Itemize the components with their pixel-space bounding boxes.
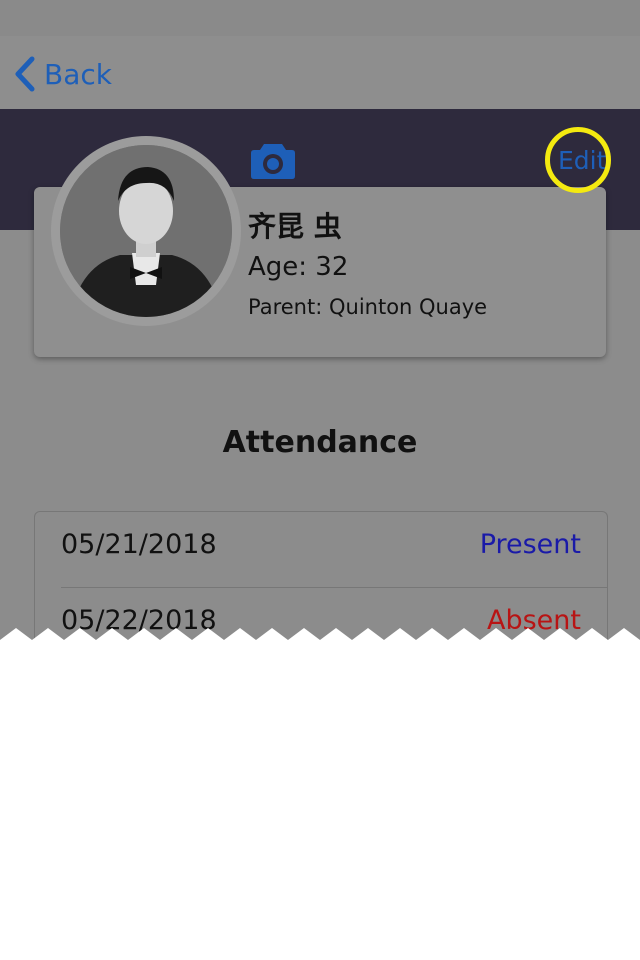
highlight-ring <box>545 127 611 193</box>
chevron-left-icon <box>15 56 35 92</box>
parent-name: Parent: Quinton Quaye <box>248 295 488 319</box>
profile-photo <box>60 145 232 317</box>
back-button[interactable]: Back <box>12 54 112 94</box>
profile-screen: Back Edit 齐昆 虫 Age: 32 Parent: Quinton Q… <box>0 0 640 960</box>
child-age: Age: 32 <box>248 252 349 282</box>
camera-icon[interactable] <box>250 140 296 180</box>
child-name: 齐昆 虫 <box>248 210 342 243</box>
nav-bar: Back <box>0 36 640 109</box>
status-bar <box>0 0 640 36</box>
torn-edge <box>0 628 640 960</box>
back-label: Back <box>44 57 112 91</box>
avatar[interactable] <box>60 145 232 317</box>
attendance-date: 05/21/2018 <box>61 529 217 560</box>
attendance-row[interactable]: 05/21/2018 Present <box>35 512 607 588</box>
attendance-status: Present <box>479 529 581 560</box>
attendance-title: Attendance <box>222 425 418 460</box>
